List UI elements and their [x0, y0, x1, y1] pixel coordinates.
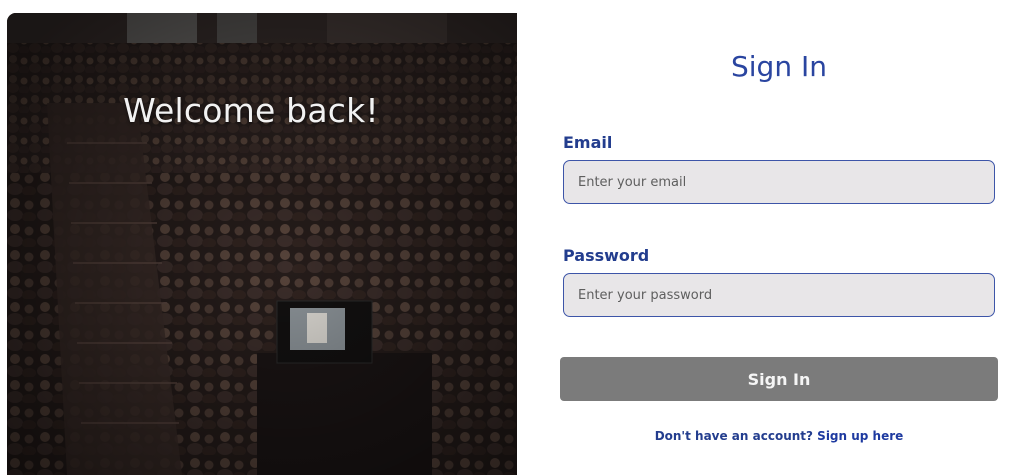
sign-up-link[interactable]: Sign up here	[817, 429, 903, 443]
password-label: Password	[563, 246, 650, 265]
form-title: Sign In	[731, 50, 827, 83]
lecture-hall-illustration	[7, 13, 517, 475]
signup-prompt-line: Don't have an account? Sign up here	[560, 429, 998, 443]
password-field[interactable]	[563, 273, 995, 317]
welcome-heading: Welcome back!	[123, 91, 379, 130]
email-label: Email	[563, 133, 613, 152]
email-field[interactable]	[563, 160, 995, 204]
hero-image: Welcome back!	[7, 13, 517, 475]
sign-in-button[interactable]: Sign In	[560, 357, 998, 401]
signup-prompt-text: Don't have an account?	[654, 429, 813, 443]
sign-in-page: Welcome back! Sign In Email Password Sig…	[0, 0, 1027, 475]
